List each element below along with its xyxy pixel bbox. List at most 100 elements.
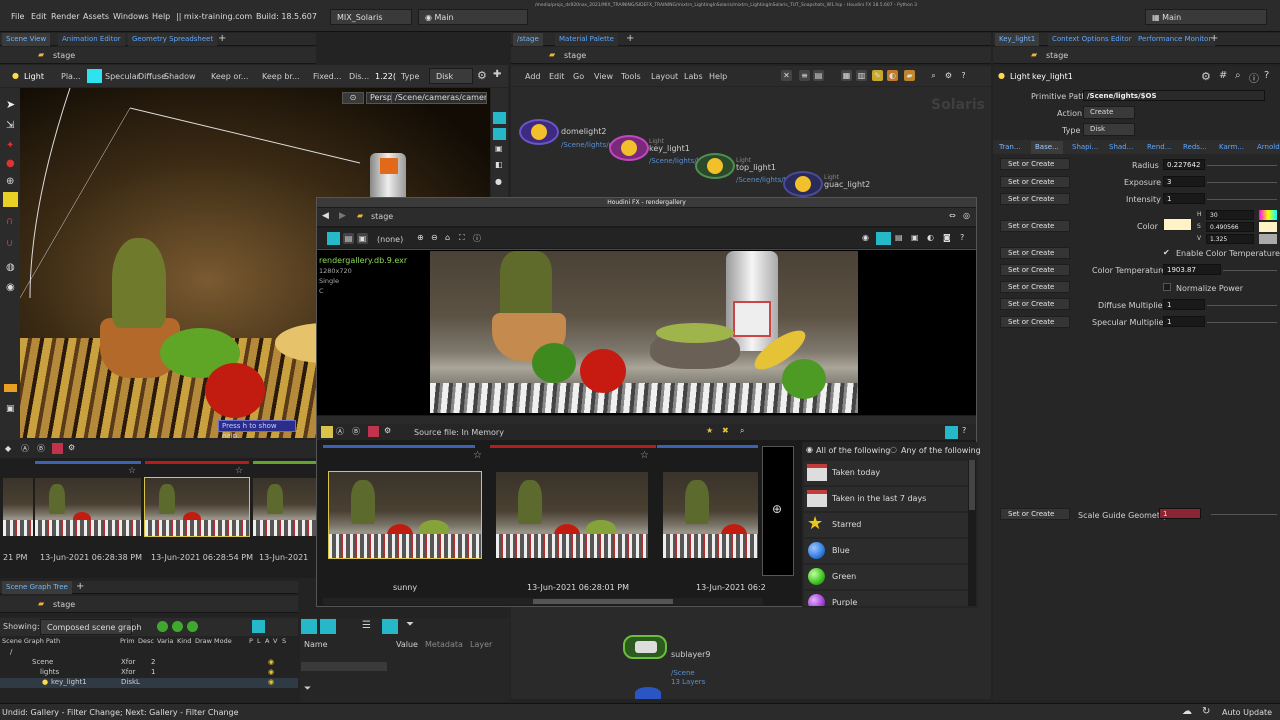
menu-windows[interactable]: Windows: [113, 12, 149, 21]
add-prim-icon[interactable]: [157, 621, 168, 632]
color-s-field[interactable]: 0.490566: [1206, 222, 1254, 232]
radio-all-icon[interactable]: ◉: [806, 445, 813, 454]
radius-slider[interactable]: [1207, 165, 1277, 166]
gear-small-icon[interactable]: ⚙: [68, 443, 75, 452]
variant-icon[interactable]: [172, 621, 183, 632]
help-icon[interactable]: ?: [958, 70, 969, 81]
network-menu-labs[interactable]: Labs: [684, 72, 703, 81]
showing-dropdown[interactable]: Composed scene graph: [40, 619, 141, 635]
main-desktop-selector[interactable]: ◉ Main: [418, 9, 528, 25]
scene-graph-path[interactable]: stage: [53, 600, 75, 609]
normalize-label[interactable]: Normalize Power: [1176, 284, 1243, 293]
b-icon[interactable]: Ⓑ: [37, 443, 45, 454]
auto-update-label[interactable]: Auto Update: [1222, 708, 1272, 717]
filter-purple[interactable]: Purple: [804, 591, 968, 606]
tool-diffuse[interactable]: Diffuse: [138, 72, 166, 81]
refresh-icon[interactable]: ↻: [1202, 706, 1210, 717]
compare-icon[interactable]: ▤: [895, 233, 903, 242]
search-icon[interactable]: ⌕: [740, 426, 744, 436]
subtab-arnold[interactable]: Arnold: [1253, 141, 1280, 154]
filter-green[interactable]: Green: [804, 565, 968, 589]
col-prim[interactable]: Prim: [120, 637, 135, 645]
subtab-shaping[interactable]: Shapi...: [1068, 141, 1103, 154]
select-arrow-icon[interactable]: ➤: [6, 98, 15, 111]
tab-key-light1[interactable]: Key_light1: [995, 33, 1040, 46]
tab-scene-view[interactable]: Scene View: [2, 33, 51, 46]
diffuse-set-or-create[interactable]: Set or Create: [1000, 298, 1070, 310]
render-view-icon[interactable]: [327, 232, 340, 245]
add-tab-icon[interactable]: +: [218, 33, 226, 44]
network-path[interactable]: stage: [564, 51, 586, 60]
display-options-icon[interactable]: [493, 112, 506, 124]
specular-set-or-create[interactable]: Set or Create: [1000, 316, 1070, 328]
filter-taken-today[interactable]: Taken today: [804, 461, 968, 485]
scale-slider[interactable]: [1211, 514, 1277, 515]
snapshot-thumb-selected[interactable]: [144, 477, 250, 537]
add-tab-icon[interactable]: +: [1210, 33, 1218, 44]
a-icon[interactable]: Ⓐ: [336, 426, 344, 437]
zoom-out-icon[interactable]: ⊖: [431, 233, 438, 242]
node-key-light1[interactable]: [609, 135, 649, 161]
contrast-icon[interactable]: ◐: [927, 233, 934, 242]
info-icon[interactable]: ⓘ: [473, 233, 481, 244]
desktop-selector[interactable]: MIX_Solaris: [330, 9, 412, 25]
exposure-slider[interactable]: [1207, 182, 1277, 183]
ct-slider[interactable]: [1223, 270, 1277, 271]
clear-filter-icon[interactable]: ✖: [722, 426, 729, 435]
snapshot-item[interactable]: [496, 472, 648, 558]
snapshot-icon[interactable]: ▤: [343, 233, 354, 244]
tab-scene-graph-tree[interactable]: Scene Graph Tree: [2, 581, 72, 594]
table-row[interactable]: ● key_light1 DiskL ◉: [0, 678, 298, 688]
specular-slider[interactable]: [1207, 322, 1277, 323]
columns-icon[interactable]: [320, 619, 336, 634]
tool-shadow[interactable]: Shadow: [164, 72, 196, 81]
node-name[interactable]: key_light1: [1032, 72, 1073, 81]
tool-dis[interactable]: Dis...: [349, 72, 369, 81]
star-filter-icon[interactable]: ★: [706, 426, 713, 435]
type-dropdown[interactable]: Disk: [1083, 123, 1135, 136]
tool-pla-label[interactable]: Pla...: [61, 72, 81, 81]
filter-any-label[interactable]: Any of the following: [901, 446, 981, 455]
image-icon[interactable]: ▣: [357, 233, 368, 244]
filter-blue[interactable]: Blue: [804, 539, 968, 563]
shelf-icon[interactable]: ▰: [904, 70, 915, 81]
help-icon[interactable]: ?: [1264, 70, 1269, 81]
camera-icon[interactable]: ◉: [6, 282, 15, 293]
tab-performance-monitor[interactable]: Performance Monitor: [1134, 33, 1216, 46]
tab-geometry-spreadsheet[interactable]: Geometry Spreadsheet: [128, 33, 218, 46]
tool-light-label[interactable]: Light: [24, 72, 44, 81]
col-kind[interactable]: Kind: [177, 637, 191, 645]
filter-last-7-days[interactable]: Taken in the last 7 days: [804, 487, 968, 511]
viewer-path[interactable]: stage: [53, 51, 75, 60]
network-menu-edit[interactable]: Edit: [549, 72, 565, 81]
star-icon[interactable]: ☆: [128, 466, 136, 476]
subtab-redshift[interactable]: Reds...: [1179, 141, 1211, 154]
color-preview-icon[interactable]: [1259, 222, 1277, 232]
exposure-set-or-create[interactable]: Set or Create: [1000, 176, 1070, 188]
magnet-icon[interactable]: ∩: [6, 216, 13, 227]
network-menu-add[interactable]: Add: [525, 72, 541, 81]
hash-icon[interactable]: #: [1219, 70, 1227, 81]
snapshot-thumb[interactable]: [35, 478, 141, 536]
color-swatch[interactable]: [1163, 218, 1192, 231]
funnel-icon[interactable]: ⏷: [406, 619, 414, 630]
render-tool-icon[interactable]: [4, 384, 17, 392]
gear-icon[interactable]: ⚙: [1201, 70, 1211, 83]
diffuse-slider[interactable]: [1207, 305, 1277, 306]
search-icon[interactable]: ⌕: [928, 70, 939, 81]
ortho-icon[interactable]: ●: [495, 177, 502, 186]
snapshot-thumb[interactable]: [3, 478, 33, 536]
filter-panel-icon[interactable]: [945, 426, 958, 439]
aov-dropdown[interactable]: (none): [377, 235, 403, 244]
forward-icon[interactable]: ▶: [339, 211, 346, 221]
camera-small-icon[interactable]: ◧: [495, 160, 503, 169]
highlight-toggle[interactable]: [87, 69, 102, 83]
palette-icon[interactable]: ◐: [887, 70, 898, 81]
col-path[interactable]: Scene Graph Path: [2, 637, 60, 645]
snapshot-sunny[interactable]: [328, 471, 482, 559]
snap-icon[interactable]: ▣: [911, 233, 919, 242]
menu-help[interactable]: Help: [152, 12, 170, 21]
menu-assets[interactable]: Assets: [83, 12, 109, 21]
subtab-shadow[interactable]: Shad...: [1105, 141, 1138, 154]
add-snapshot-slot[interactable]: ⊕: [762, 446, 794, 576]
